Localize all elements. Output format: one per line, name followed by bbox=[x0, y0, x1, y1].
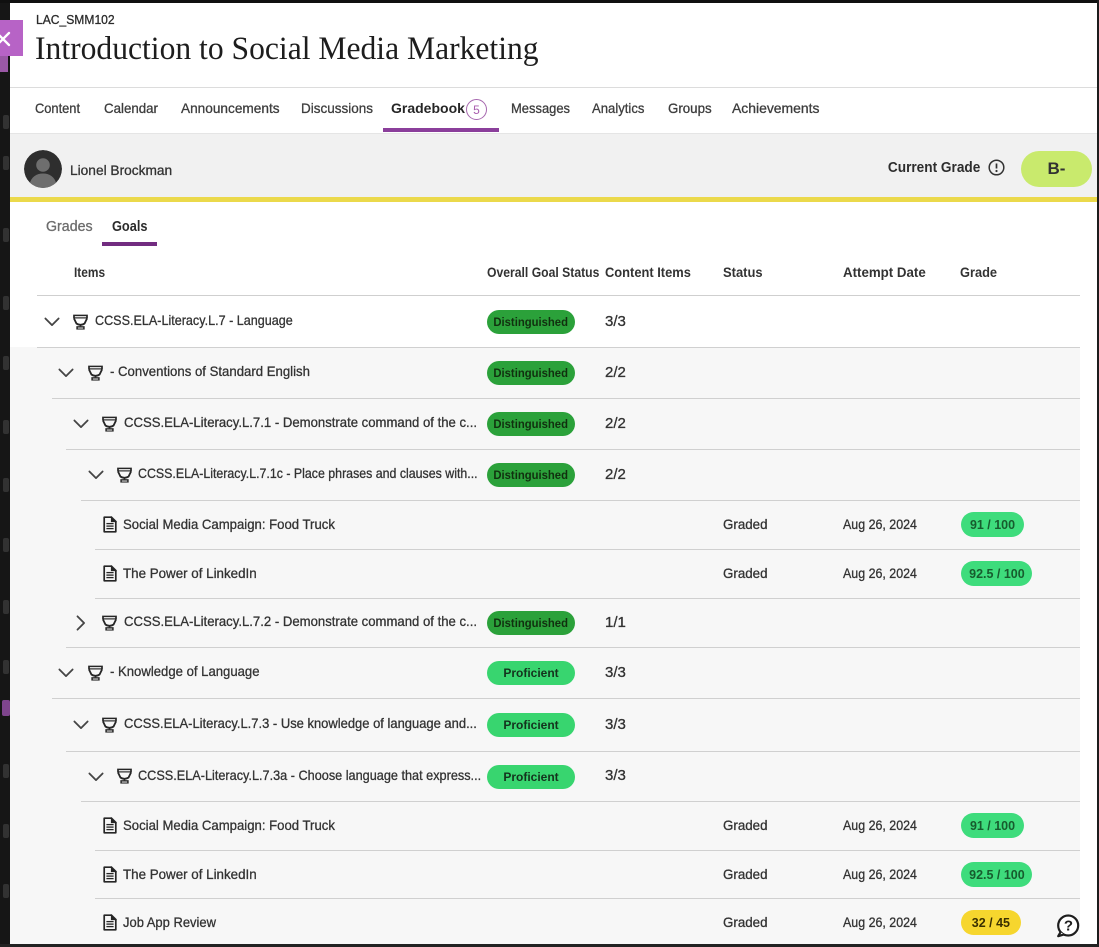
svg-text:?: ? bbox=[1064, 918, 1073, 935]
